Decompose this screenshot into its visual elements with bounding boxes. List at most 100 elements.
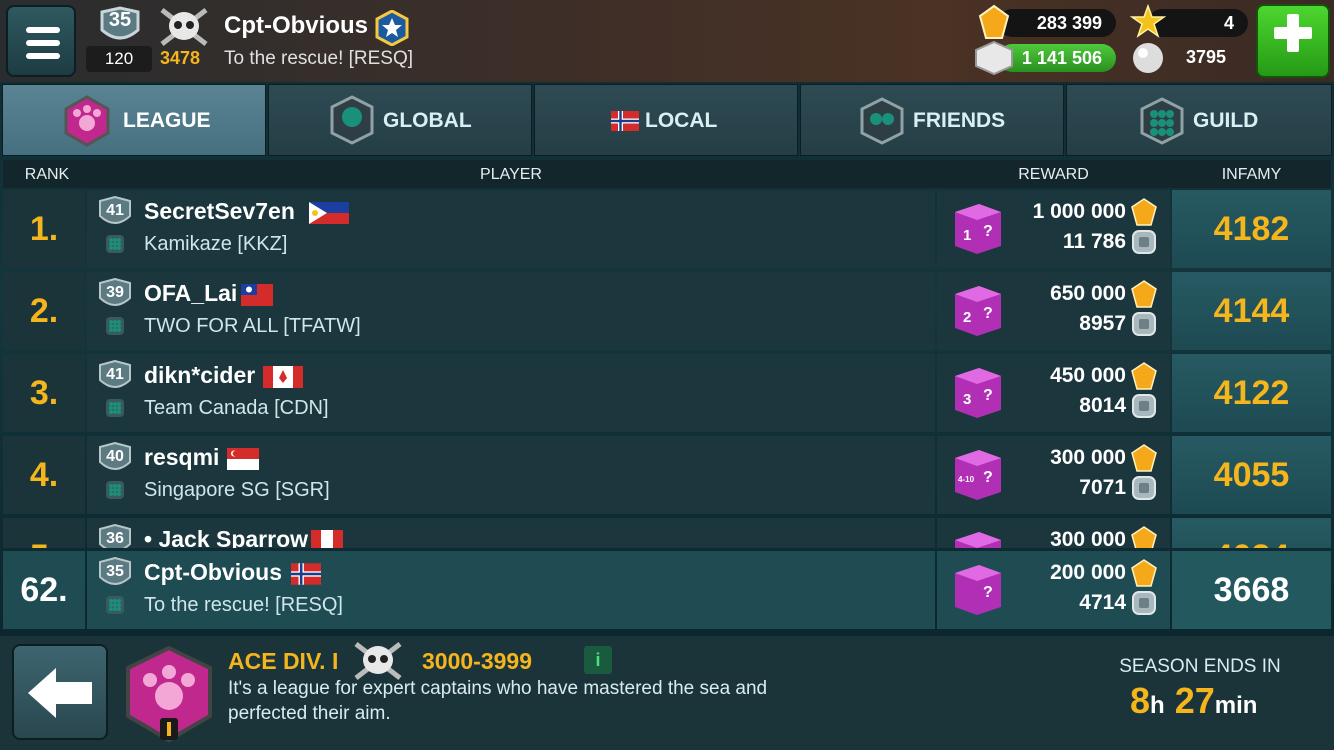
reward-chest-icon: 3? [955,368,1001,418]
season-minutes: 27 [1174,680,1215,721]
infamy-score: 4122 [1172,354,1331,432]
norway-flag-icon [291,563,321,585]
reward-chest-icon: ? [955,565,1001,615]
global-top-player-icon [330,95,374,145]
guild-icon [1140,97,1184,145]
my-rank-row[interactable]: 62. 35 Cpt-Obvious To the rescue! [RESQ]… [3,551,1331,631]
rank: 1. [3,190,85,268]
leaderboard-tabs: LEAGUE GLOBAL LOCAL FRIENDS GUILD [0,82,1334,158]
infamy-score: 4182 [1172,190,1331,268]
peru-flag-icon [311,530,343,548]
gem-icon [1131,198,1157,226]
gem-icon [1131,444,1157,472]
back-arrow-icon [28,668,92,718]
season-timer: 8h 27min [1130,680,1257,722]
svg-text:4-10: 4-10 [958,475,975,484]
season-hours-unit: h [1150,692,1165,719]
svg-text:?: ? [983,305,993,322]
guild-icon [106,481,124,499]
skull-infamy-icon [160,8,208,46]
guild-icon [106,596,124,614]
col-infamy: INFAMY [1221,166,1282,183]
tab-league-label: LEAGUE [123,109,211,132]
player-name: SecretSev7en [144,198,295,224]
infamy-score: 3668 [1172,551,1331,629]
reward-gems: 650 000 [1050,282,1126,305]
reward-chest-icon: 4-10? [955,450,1001,500]
menu-icon [26,27,60,33]
rank: 62. [3,551,85,629]
league-description-line1: It's a league for expert captains who ha… [228,678,768,699]
rank: 4. [3,436,85,514]
reward-silver: 8957 [1079,312,1126,335]
svg-text:?: ? [983,223,993,240]
reward-chest-icon [955,532,1001,548]
back-button[interactable] [12,644,108,740]
infamy-range: 3000-3999 [422,648,532,674]
player-name: Cpt-Obvious [224,12,368,39]
tab-global[interactable]: GLOBAL [268,84,532,156]
gem-icon [978,4,1010,39]
silver-coin-icon [1132,230,1156,254]
svg-text:?: ? [983,387,993,404]
player-guild: To the rescue! [RESQ] [224,48,414,69]
player-level: 36 [106,530,124,547]
guild-name: Kamikaze [KKZ] [144,233,288,255]
table-row[interactable]: 5. 36 • Jack Sparrow 300 000 4034 [3,518,1331,548]
season-ends-label: SEASON ENDS IN [1119,656,1281,677]
player-xp: 120 [86,46,152,72]
col-rank: RANK [24,166,70,183]
gems-counter: 283 399 [998,9,1116,37]
menu-button[interactable] [6,5,76,77]
silver-coin-icon [1132,591,1156,615]
canada-flag-icon [263,366,303,388]
svg-text:2: 2 [963,309,971,326]
player-name: • Jack Sparrow [144,526,309,548]
gem-icon [1131,280,1157,308]
tab-friends[interactable]: FRIENDS [800,84,1064,156]
col-reward: REWARD [1018,166,1089,183]
shop-plus-button[interactable] [1256,4,1330,78]
pearls-counter: 3795 [1186,47,1227,67]
table-row[interactable]: 3. 41 dikn*cider Team Canada [CDN] 3? 45… [3,354,1331,434]
svg-text:?: ? [983,469,993,486]
table-row[interactable]: 4. 40 resqmi Singapore SG [SGR] 4-10? 30… [3,436,1331,516]
silver-counter: 1 141 506 [998,44,1116,72]
info-button[interactable]: i [584,646,612,674]
tab-friends-label: FRIENDS [913,109,1006,132]
svg-text:1: 1 [963,227,971,244]
league-paw-icon [64,95,110,147]
infamy-score: 4034 [1172,518,1331,548]
norway-flag-icon [611,111,639,131]
silver-coin-icon [1132,312,1156,336]
player-infamy: 3478 [160,48,201,68]
player-level: 35 [108,9,132,31]
guild-name: TWO FOR ALL [TFATW] [144,315,361,337]
table-row[interactable]: 2. 39 OFA_Lai TWO FOR ALL [TFATW] 2? 650… [3,272,1331,352]
tab-league[interactable]: LEAGUE [2,84,266,156]
player-level: 41 [106,366,124,383]
player-level: 40 [106,448,124,465]
tab-guild[interactable]: GUILD [1066,84,1332,156]
player-level: 35 [106,563,124,580]
season-minutes-unit: min [1214,692,1258,719]
guild-icon [106,399,124,417]
league-paw-icon [126,646,212,743]
reward-gems: 450 000 [1050,364,1126,387]
leaderboard-list[interactable]: 1. 41 SecretSev7en Kamikaze [KKZ] 1? 1 0… [0,190,1334,548]
player-name: resqmi [144,444,220,470]
reward-gems: 300 000 [1050,528,1126,548]
reward-silver: 8014 [1079,394,1126,417]
tab-local-label: LOCAL [645,109,718,132]
reward-silver: 7071 [1079,476,1126,499]
taiwan-flag-icon [241,284,273,306]
svg-text:3: 3 [963,391,971,408]
rank: 2. [3,272,85,350]
friends-icon [860,97,904,145]
division-name: ACE DIV. I [228,648,339,674]
reward-chest-icon: 1? [955,204,1001,254]
rank: 5. [3,518,85,548]
tab-local[interactable]: LOCAL [534,84,798,156]
season-hours: 8 [1130,680,1151,721]
table-row[interactable]: 1. 41 SecretSev7en Kamikaze [KKZ] 1? 1 0… [3,190,1331,270]
